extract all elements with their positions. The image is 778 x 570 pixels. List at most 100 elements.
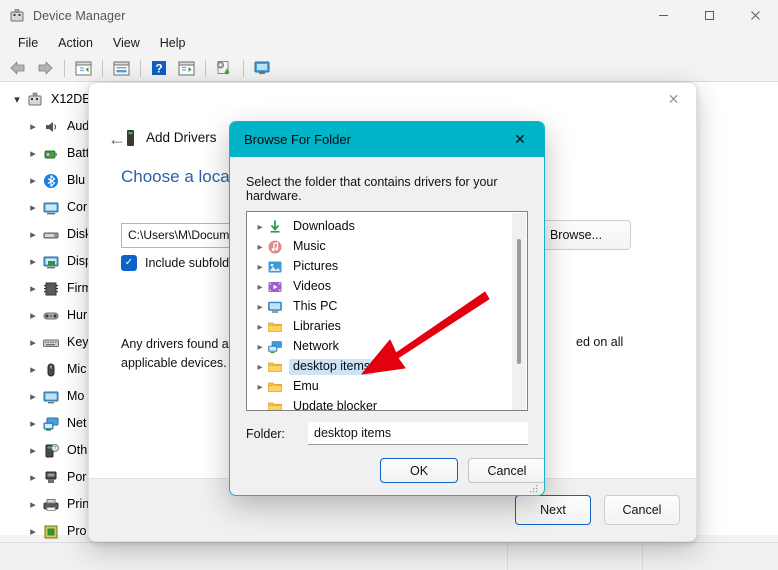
menu-file[interactable]: File bbox=[9, 33, 47, 53]
svg-text:?: ? bbox=[155, 62, 162, 76]
battery-icon bbox=[42, 145, 60, 163]
chevron-right-icon[interactable]: ▸ bbox=[24, 417, 42, 430]
resize-grip-icon[interactable] bbox=[529, 481, 539, 493]
chevron-right-icon[interactable]: ▸ bbox=[253, 322, 267, 333]
folder-list-scrollbar[interactable] bbox=[512, 213, 526, 410]
chevron-right-icon[interactable]: ▸ bbox=[253, 282, 267, 293]
include-subfolders-checkbox[interactable]: ✓ bbox=[121, 255, 137, 271]
tree-item-label: Cor bbox=[67, 200, 88, 215]
tree-item-label: Mo bbox=[67, 389, 85, 404]
folder-icon bbox=[267, 359, 283, 375]
folder-label: Videos bbox=[293, 279, 331, 294]
menu-view[interactable]: View bbox=[104, 33, 149, 53]
chevron-right-icon[interactable]: ▸ bbox=[253, 382, 267, 393]
folder-row-music[interactable]: ▸ Music bbox=[247, 237, 527, 257]
chevron-right-icon[interactable]: ▸ bbox=[253, 222, 267, 233]
chevron-right-icon[interactable]: ▸ bbox=[24, 525, 42, 538]
dialog-close-button[interactable]: ✕ bbox=[508, 122, 532, 157]
folder-icon bbox=[267, 379, 283, 395]
dialog-title: Browse For Folder bbox=[244, 132, 351, 147]
menu-bar: File Action View Help bbox=[0, 31, 778, 55]
title-bar: Device Manager bbox=[0, 0, 778, 31]
menu-help[interactable]: Help bbox=[151, 33, 195, 53]
status-cell-main bbox=[0, 543, 508, 570]
chevron-right-icon[interactable]: ▸ bbox=[24, 390, 42, 403]
tree-item-label: Mic bbox=[67, 362, 87, 377]
tree-item-label: Aud bbox=[67, 119, 90, 134]
status-cell-3 bbox=[643, 543, 778, 570]
chevron-right-icon[interactable]: ▸ bbox=[24, 120, 42, 133]
chevron-right-icon[interactable]: ▸ bbox=[24, 174, 42, 187]
scrollbar-thumb[interactable] bbox=[517, 239, 521, 364]
folder-field-label: Folder: bbox=[246, 426, 285, 441]
toolbar-separator bbox=[102, 59, 103, 77]
computer-icon bbox=[26, 91, 44, 109]
chevron-right-icon[interactable]: ▸ bbox=[253, 242, 267, 253]
wizard-note-right: ed on all bbox=[576, 335, 624, 349]
toolbar-separator bbox=[243, 59, 244, 77]
folder-field-row: Folder: bbox=[246, 422, 528, 445]
computer-icon bbox=[42, 199, 60, 217]
folder-row-libraries[interactable]: ▸ Libraries bbox=[247, 317, 527, 337]
folder-row-update-blocker[interactable]: Update blocker bbox=[247, 397, 527, 410]
tree-item-label: Hur bbox=[67, 308, 88, 323]
chevron-down-icon[interactable]: ▾ bbox=[8, 93, 26, 106]
properties-icon[interactable] bbox=[108, 56, 134, 80]
folder-row-desktop-items[interactable]: ▸ desktop items bbox=[247, 357, 527, 377]
folder-icon bbox=[267, 399, 283, 410]
chevron-right-icon[interactable]: ▸ bbox=[24, 444, 42, 457]
chevron-right-icon[interactable]: ▸ bbox=[253, 362, 267, 373]
help-icon[interactable]: ? bbox=[146, 56, 172, 80]
chevron-right-icon[interactable]: ▸ bbox=[253, 302, 267, 313]
chevron-right-icon[interactable]: ▸ bbox=[24, 309, 42, 322]
folder-row-network[interactable]: ▸ Network bbox=[247, 337, 527, 357]
chevron-right-icon[interactable]: ▸ bbox=[253, 262, 267, 273]
wizard-header-title: Add Drivers bbox=[146, 130, 217, 145]
scan-for-hardware-changes-icon[interactable] bbox=[173, 56, 199, 80]
tree-item-label: Key bbox=[67, 335, 89, 350]
include-subfolders-row[interactable]: ✓ Include subfolder bbox=[121, 255, 240, 271]
close-button[interactable] bbox=[732, 0, 778, 31]
folder-label: desktop items bbox=[289, 359, 375, 375]
tree-item-label: Net bbox=[67, 416, 87, 431]
tree-item-label: Blu bbox=[67, 173, 86, 188]
chevron-right-icon[interactable]: ▸ bbox=[24, 363, 42, 376]
folder-row-pictures[interactable]: ▸ Pictures bbox=[247, 257, 527, 277]
folder-row-downloads[interactable]: ▸ Downloads bbox=[247, 217, 527, 237]
show-hide-console-tree-icon[interactable] bbox=[70, 56, 96, 80]
display-icon[interactable] bbox=[249, 56, 275, 80]
folder-icon bbox=[267, 319, 283, 335]
folder-row-videos[interactable]: ▸ Videos bbox=[247, 277, 527, 297]
add-drivers-icon bbox=[123, 129, 139, 147]
chevron-right-icon[interactable]: ▸ bbox=[24, 471, 42, 484]
folder-label: Music bbox=[293, 239, 326, 254]
menu-action[interactable]: Action bbox=[49, 33, 102, 53]
chevron-right-icon[interactable]: ▸ bbox=[24, 282, 42, 295]
back-arrow-icon[interactable] bbox=[5, 56, 31, 80]
chevron-right-icon[interactable]: ▸ bbox=[24, 228, 42, 241]
include-subfolders-label: Include subfolder bbox=[145, 256, 241, 270]
forward-arrow-icon[interactable] bbox=[32, 56, 58, 80]
wizard-cancel-button[interactable]: Cancel bbox=[604, 495, 680, 525]
folder-row-this-pc[interactable]: ▸ This PC bbox=[247, 297, 527, 317]
chevron-right-icon[interactable]: ▸ bbox=[253, 342, 267, 353]
dialog-cancel-button[interactable]: Cancel bbox=[468, 458, 544, 483]
window-controls bbox=[640, 0, 778, 31]
update-driver-icon[interactable] bbox=[211, 56, 237, 80]
chevron-right-icon[interactable]: ▸ bbox=[24, 255, 42, 268]
folder-tree-list[interactable]: ▸ Downloads ▸ Music ▸ Pictures ▸ Videos … bbox=[246, 211, 528, 411]
wizard-close-button[interactable]: ✕ bbox=[651, 83, 696, 115]
ok-button[interactable]: OK bbox=[380, 458, 458, 483]
chevron-right-icon[interactable]: ▸ bbox=[24, 201, 42, 214]
network-icon bbox=[267, 339, 283, 355]
maximize-button[interactable] bbox=[686, 0, 732, 31]
minimize-button[interactable] bbox=[640, 0, 686, 31]
folder-name-input[interactable] bbox=[308, 422, 528, 445]
folder-label: Emu bbox=[293, 379, 319, 394]
audio-icon bbox=[42, 118, 60, 136]
chevron-right-icon[interactable]: ▸ bbox=[24, 498, 42, 511]
next-button[interactable]: Next bbox=[515, 495, 591, 525]
folder-row-emu[interactable]: ▸ Emu bbox=[247, 377, 527, 397]
chevron-right-icon[interactable]: ▸ bbox=[24, 147, 42, 160]
chevron-right-icon[interactable]: ▸ bbox=[24, 336, 42, 349]
